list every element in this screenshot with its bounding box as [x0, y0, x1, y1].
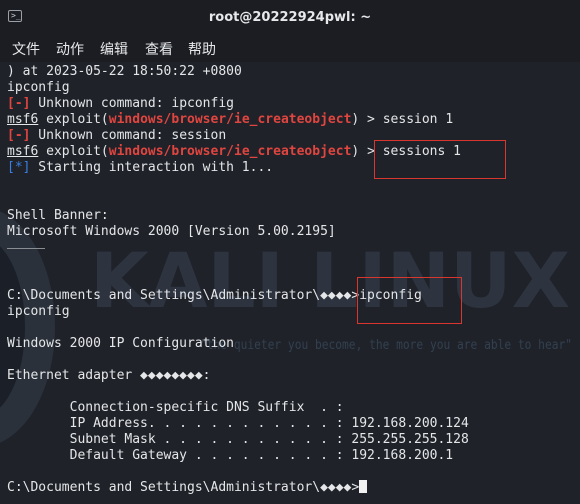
output-line: Ethernet adapter ◆◆◆◆◆◆◆◆: [7, 368, 211, 383]
output-line: ipconfig [7, 80, 70, 95]
module-name: windows/browser/ie_createobject [108, 144, 352, 159]
output-line: ipconfig [7, 304, 70, 319]
shell-prompt-line: C:\Documents and Settings\Administrator\… [7, 480, 368, 496]
menu-actions[interactable]: 动作 [56, 39, 84, 59]
exploit-prefix: exploit( [38, 112, 109, 127]
ipconfig-dns-suffix: Connection-specific DNS Suffix . : [7, 400, 344, 415]
info-message: Starting interaction with 1... [30, 160, 274, 175]
title-bar: >_ root@20222924pwl: ~ [0, 0, 580, 36]
menu-bar: 文件 动作 编辑 查看 帮助 [0, 36, 580, 62]
info-line: [*] Starting interaction with 1... [7, 160, 273, 176]
error-line: [-] Unknown command: session [7, 128, 226, 144]
window-title: root@20222924pwl: ~ [208, 10, 372, 25]
ipconfig-default-gateway: Default Gateway . . . . . . . . . : 192.… [7, 448, 454, 463]
error-line: [-] Unknown command: ipconfig [7, 96, 234, 112]
banner-divider [7, 248, 45, 249]
msf-prompt: msf6 [7, 144, 39, 159]
error-tag: [-] [7, 96, 31, 111]
output-line: Shell Banner: [7, 208, 109, 223]
exploit-prefix: exploit( [38, 144, 109, 159]
shell-prompt: C:\Documents and Settings\Administrator\… [7, 288, 360, 303]
module-name: windows/browser/ie_createobject [108, 112, 352, 127]
error-message: Unknown command: ipconfig [30, 96, 234, 111]
output-line: ) at 2023-05-22 18:50:22 +0800 [7, 64, 242, 79]
menu-view[interactable]: 查看 [145, 39, 173, 59]
menu-file[interactable]: 文件 [12, 39, 40, 59]
highlight-box [357, 277, 462, 324]
highlight-box [374, 140, 506, 179]
output-line: Windows 2000 IP Configuration [7, 336, 234, 351]
menu-edit[interactable]: 编辑 [100, 39, 128, 59]
watermark-brand: KALI LINUX [90, 236, 570, 325]
watermark-tagline: "the quieter you become, the more you ar… [200, 338, 572, 353]
command-text: ) > session 1 [351, 112, 454, 127]
msf-prompt: msf6 [7, 112, 39, 127]
text-cursor [359, 480, 368, 493]
msf-prompt-line: msf6 exploit(windows/browser/ie_createob… [7, 112, 453, 128]
info-tag: [*] [7, 160, 31, 175]
terminal-window: >_ root@20222924pwl: ~ 文件 动作 编辑 查看 帮助 KA… [0, 0, 580, 504]
error-tag: [-] [7, 128, 31, 143]
ipconfig-subnet-mask: Subnet Mask . . . . . . . . . . . : 255.… [7, 432, 469, 447]
prompt-separator: ) [351, 144, 368, 159]
error-message: Unknown command: session [30, 128, 227, 143]
output-line: Microsoft Windows 2000 [Version 5.00.219… [7, 224, 336, 239]
menu-help[interactable]: 帮助 [188, 39, 216, 59]
terminal-output[interactable]: KALI LINUX "the quieter you become, the … [0, 62, 580, 504]
shell-prompt: C:\Documents and Settings\Administrator\… [7, 480, 360, 495]
ipconfig-ip-address: IP Address. . . . . . . . . . . . : 192.… [7, 416, 469, 431]
